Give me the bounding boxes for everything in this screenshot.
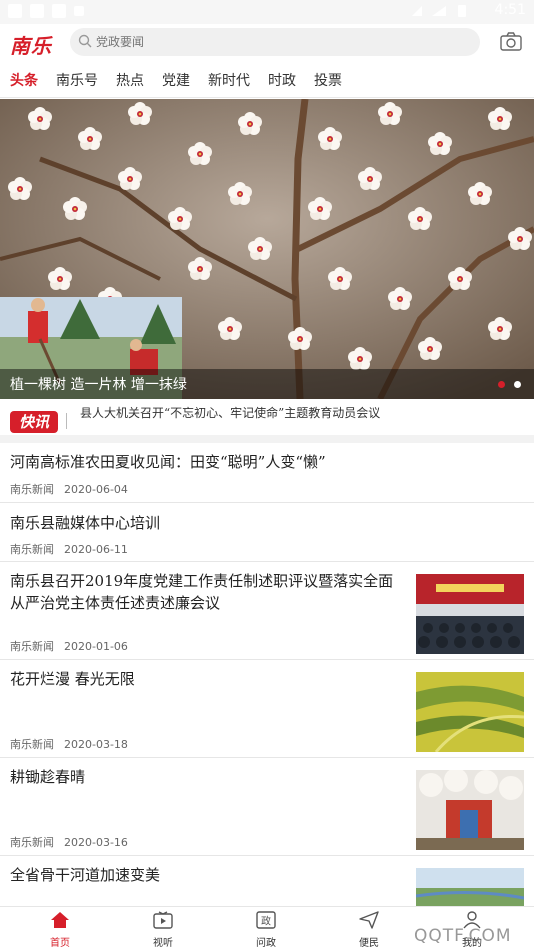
tab-new-era[interactable]: 新时代	[208, 70, 250, 90]
nav-services[interactable]: 便民	[339, 911, 399, 949]
nav-label: 视听	[153, 938, 173, 949]
search-bar[interactable]	[70, 28, 480, 56]
news-source: 南乐新闻	[10, 543, 54, 556]
status-bar: 4:51	[0, 0, 534, 24]
news-meta: 南乐新闻 2020-06-11	[10, 541, 128, 557]
news-item[interactable]: 南乐县召开2019年度党建工作责任制述职评议暨落实全面从严治党主体责任述责述廉会…	[0, 562, 534, 660]
send-icon	[359, 911, 379, 929]
banner-caption-bar: 植一棵树 造一片林 增一抹绿	[0, 369, 534, 399]
news-thumbnail[interactable]	[416, 574, 524, 654]
news-meta: 南乐新闻 2020-06-04	[10, 481, 128, 497]
banner-caption: 植一棵树 造一片林 增一抹绿	[10, 377, 187, 393]
notification-icon	[8, 4, 22, 18]
news-date: 2020-03-18	[64, 738, 128, 751]
zheng-icon: 政	[256, 911, 276, 929]
app-header: 南乐	[0, 24, 534, 62]
news-item[interactable]: 全省骨干河道加速变美	[0, 856, 534, 908]
search-icon	[78, 34, 92, 48]
flash-news-bar[interactable]: 快讯 县人大机关召开“不忘初心、牢记使命”主题教育动员会议	[0, 399, 534, 443]
banner-carousel[interactable]: 植一棵树 造一片林 增一抹绿	[0, 99, 534, 399]
home-icon	[51, 912, 69, 928]
divider	[66, 413, 67, 429]
news-date: 2020-06-11	[64, 543, 128, 556]
news-item[interactable]: 耕锄趁春晴 南乐新闻 2020-03-16	[0, 758, 534, 856]
nav-label: 问政	[256, 938, 276, 949]
tab-party[interactable]: 党建	[162, 70, 190, 90]
nav-label: 首页	[50, 938, 70, 949]
news-item[interactable]: 南乐县融媒体中心培训 南乐新闻 2020-06-11	[0, 504, 534, 562]
search-input[interactable]	[96, 30, 466, 54]
news-thumbnail[interactable]	[416, 770, 524, 850]
news-title[interactable]: 南乐县融媒体中心培训	[10, 512, 160, 534]
carousel-dot[interactable]	[514, 381, 521, 388]
app-logo: 南乐	[10, 34, 52, 58]
news-item[interactable]: 花开烂漫 春光无限 南乐新闻 2020-03-18	[0, 660, 534, 758]
tab-vote[interactable]: 投票	[314, 70, 342, 90]
flash-text[interactable]: 县人大机关召开“不忘初心、牢记使命”主题教育动员会议	[80, 404, 380, 421]
tab-nanle[interactable]: 南乐号	[56, 70, 98, 90]
notification-icon	[52, 4, 66, 18]
notification-icon	[74, 6, 84, 16]
news-item[interactable]: 河南高标准农田夏收见闻：田变“聪明”人变“懒” 南乐新闻 2020-06-04	[0, 443, 534, 503]
news-thumbnail[interactable]	[416, 672, 524, 752]
tab-politics[interactable]: 时政	[268, 70, 296, 90]
flash-badge: 快讯	[10, 411, 58, 433]
news-source: 南乐新闻	[10, 640, 54, 653]
carousel-dot-active[interactable]	[498, 381, 505, 388]
nav-label: 便民	[359, 938, 379, 949]
tab-headline[interactable]: 头条	[10, 70, 38, 90]
news-date: 2020-01-06	[64, 640, 128, 653]
news-source: 南乐新闻	[10, 836, 54, 849]
news-date: 2020-06-04	[64, 483, 128, 496]
nav-video[interactable]: 视听	[133, 911, 193, 949]
news-title[interactable]: 南乐县召开2019年度党建工作责任制述职评议暨落实全面从严治党主体责任述责述廉会…	[10, 570, 406, 614]
tab-hot[interactable]: 热点	[116, 70, 144, 90]
status-time: 4:51	[494, 2, 526, 18]
news-meta: 南乐新闻 2020-03-16	[10, 834, 128, 850]
tv-icon	[153, 911, 173, 929]
notification-icon	[30, 4, 44, 18]
svg-text:政: 政	[261, 915, 271, 928]
news-source: 南乐新闻	[10, 483, 54, 496]
news-title[interactable]: 花开烂漫 春光无限	[10, 668, 406, 690]
news-meta: 南乐新闻 2020-03-18	[10, 736, 128, 752]
news-title[interactable]: 耕锄趁春晴	[10, 766, 406, 788]
camera-icon[interactable]	[500, 32, 522, 52]
news-title[interactable]: 全省骨干河道加速变美	[10, 864, 406, 886]
news-meta: 南乐新闻 2020-01-06	[10, 638, 128, 654]
watermark: QQTF.COM	[414, 926, 512, 946]
news-source: 南乐新闻	[10, 738, 54, 751]
news-title[interactable]: 河南高标准农田夏收见闻：田变“聪明”人变“懒”	[10, 451, 326, 473]
nav-home[interactable]: 首页	[30, 911, 90, 949]
category-tabs: 头条 南乐号 热点 党建 新时代 时政 投票	[0, 62, 534, 98]
signal-battery-icon	[412, 5, 466, 17]
news-thumbnail[interactable]	[416, 868, 524, 908]
nav-politics[interactable]: 政 问政	[236, 911, 296, 949]
banner-image	[0, 99, 534, 399]
news-date: 2020-03-16	[64, 836, 128, 849]
